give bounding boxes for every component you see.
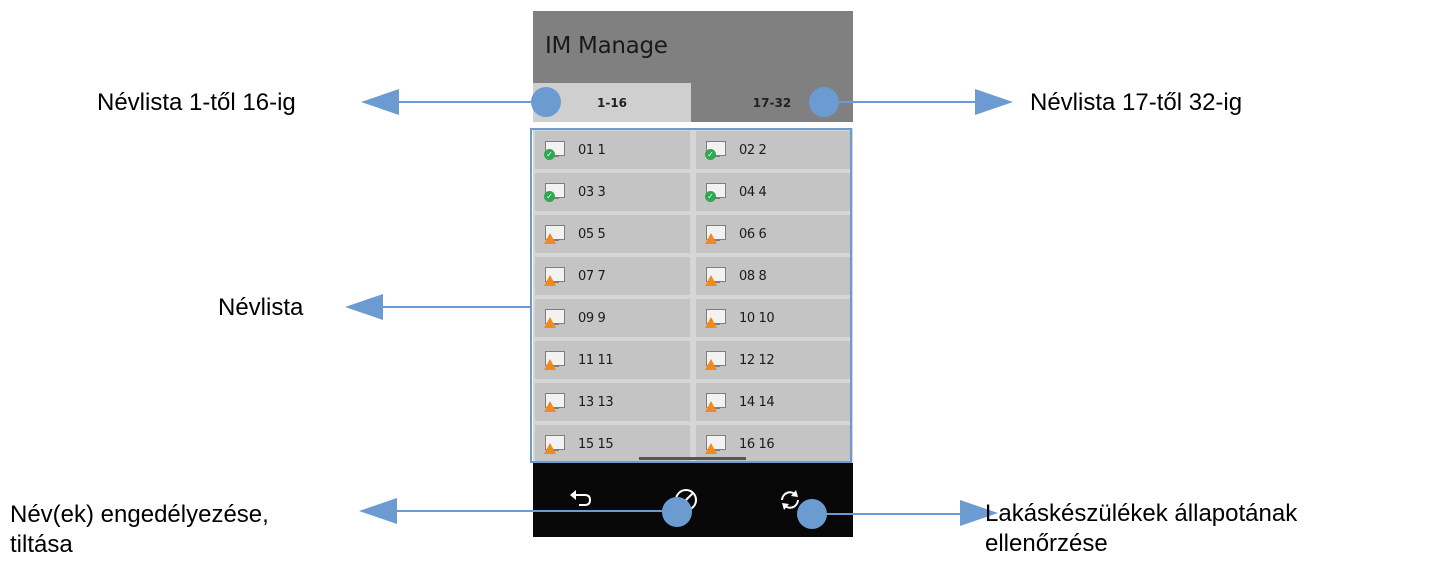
indoor-unit-icon: ✓ (544, 141, 565, 160)
name-list: ✓ 01 1 ✓ 02 2 ✓ 03 3 ✓ 04 4 05 5 06 6 07 7 08 8 09 9… (533, 128, 853, 465)
annotation-line: tiltása (10, 531, 73, 558)
status-warning-icon (705, 233, 717, 244)
list-item[interactable]: 06 6 (696, 215, 851, 253)
list-item-label: 04 4 (739, 184, 767, 200)
list-item-label: 07 7 (578, 268, 606, 284)
status-warning-icon (705, 401, 717, 412)
list-item-label: 06 6 (739, 226, 767, 242)
status-ok-icon: ✓ (544, 149, 555, 160)
list-item[interactable]: ✓ 02 2 (696, 131, 851, 169)
list-item[interactable]: 09 9 (535, 299, 690, 337)
list-item[interactable]: 10 10 (696, 299, 851, 337)
list-item[interactable]: 05 5 (535, 215, 690, 253)
connector-line (396, 510, 666, 512)
indoor-unit-icon (705, 309, 726, 328)
status-warning-icon (705, 275, 717, 286)
indoor-unit-icon: ✓ (544, 183, 565, 202)
status-warning-icon (544, 233, 556, 244)
connector-line (398, 101, 548, 103)
status-warning-icon (544, 401, 556, 412)
list-item-label: 13 13 (578, 394, 614, 410)
annotation-line: Lakáskészülékek állapotának (985, 500, 1298, 527)
list-item-label: 12 12 (739, 352, 775, 368)
annotation-range-17-32: Névlista 17-től 32-ig (1030, 89, 1243, 116)
app-title: IM Manage (545, 33, 668, 59)
list-item-label: 15 15 (578, 436, 614, 452)
list-item[interactable]: 13 13 (535, 383, 690, 421)
list-item-label: 03 3 (578, 184, 606, 200)
indoor-unit-icon (705, 435, 726, 454)
list-item[interactable]: 07 7 (535, 257, 690, 295)
list-item-label: 01 1 (578, 142, 606, 158)
annotation-line: Név(ek) engedélyezése, (10, 501, 269, 528)
list-item-label: 14 14 (739, 394, 775, 410)
list-item-label: 05 5 (578, 226, 606, 242)
annotation-enable-disable: Név(ek) engedélyezése, tiltása (10, 500, 269, 560)
list-item[interactable]: ✓ 03 3 (535, 173, 690, 211)
back-button[interactable] (545, 463, 615, 537)
status-warning-icon (544, 359, 556, 370)
indoor-unit-icon (544, 351, 565, 370)
connector-line (382, 306, 532, 308)
arrow-right-icon (975, 89, 1013, 115)
status-ok-icon: ✓ (705, 191, 716, 202)
connector-line (835, 101, 975, 103)
list-item[interactable]: 08 8 (696, 257, 851, 295)
arrow-left-icon (359, 498, 397, 524)
status-warning-icon (544, 317, 556, 328)
indoor-unit-icon (544, 309, 565, 328)
indoor-unit-icon (705, 351, 726, 370)
tab-label: 1-16 (596, 95, 628, 110)
list-item[interactable]: 14 14 (696, 383, 851, 421)
list-item-label: 11 11 (578, 352, 614, 368)
indoor-unit-icon (705, 267, 726, 286)
tab-label: 17-32 (752, 95, 792, 110)
status-ok-icon: ✓ (544, 191, 555, 202)
app-header: IM Manage (533, 11, 853, 83)
indoor-unit-icon: ✓ (705, 141, 726, 160)
annotation-status-check: Lakáskészülékek állapotának ellenőrzése (985, 499, 1297, 559)
list-item-label: 08 8 (739, 268, 767, 284)
indoor-unit-icon (705, 225, 726, 244)
list-item-label: 10 10 (739, 310, 775, 326)
marker-dot (662, 497, 692, 527)
scroll-indicator[interactable] (639, 457, 746, 460)
status-ok-icon: ✓ (705, 149, 716, 160)
marker-dot (531, 87, 561, 117)
indoor-unit-icon (544, 267, 565, 286)
status-warning-icon (544, 443, 556, 454)
annotation-line: ellenőrzése (985, 530, 1108, 557)
list-item-label: 02 2 (739, 142, 767, 158)
annotation-range-1-16: Névlista 1-től 16-ig (97, 89, 296, 116)
list-item[interactable]: ✓ 01 1 (535, 131, 690, 169)
status-warning-icon (544, 275, 556, 286)
indoor-unit-icon (544, 435, 565, 454)
indoor-unit-icon (544, 393, 565, 412)
device-screen: IM Manage 1-16 17-32 ✓ 01 1 ✓ 02 2 ✓ 03 3 ✓ 04 … (530, 11, 853, 537)
back-arrow-icon (570, 490, 592, 506)
list-item[interactable]: ✓ 04 4 (696, 173, 851, 211)
status-warning-icon (705, 359, 717, 370)
list-item-label: 16 16 (739, 436, 775, 452)
indoor-unit-icon (544, 225, 565, 244)
indoor-unit-icon (705, 393, 726, 412)
list-item-label: 09 9 (578, 310, 606, 326)
arrow-left-icon (361, 89, 399, 115)
indoor-unit-icon: ✓ (705, 183, 726, 202)
annotation-name-list: Névlista (218, 294, 304, 321)
list-item[interactable]: 11 11 (535, 341, 690, 379)
connector-line (822, 513, 962, 515)
status-warning-icon (705, 317, 717, 328)
arrow-left-icon (345, 294, 383, 320)
status-warning-icon (705, 443, 717, 454)
list-item[interactable]: 12 12 (696, 341, 851, 379)
